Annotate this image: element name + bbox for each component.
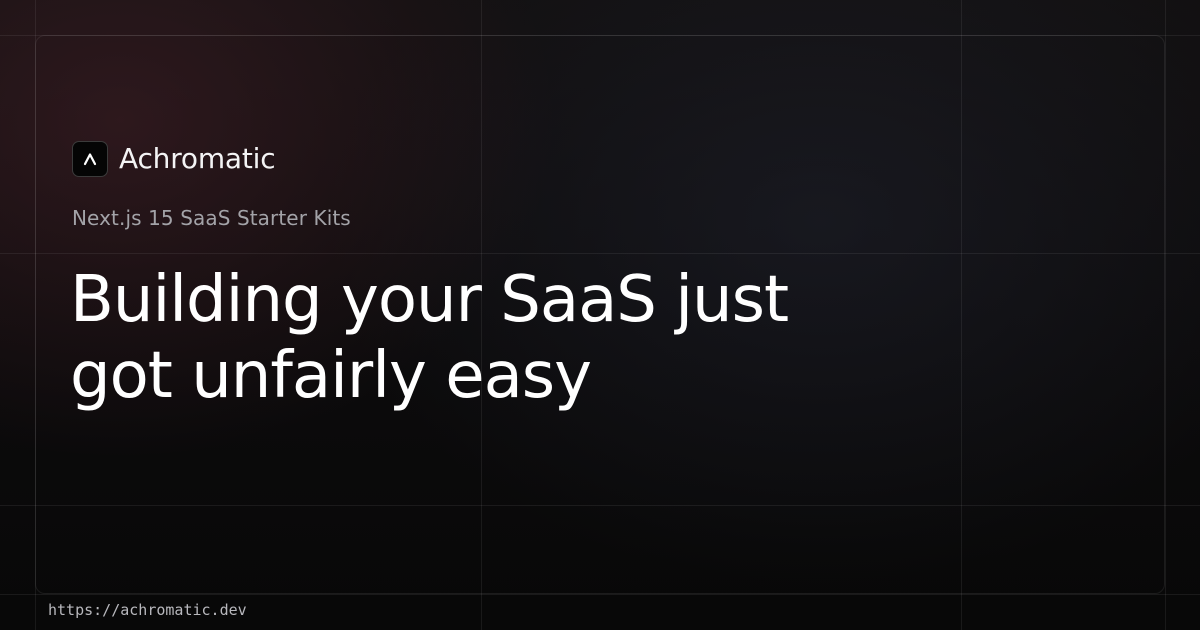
- brand: Achromatic: [72, 141, 276, 177]
- brand-name: Achromatic: [119, 142, 276, 175]
- site-url: https://achromatic.dev: [48, 601, 247, 619]
- social-card: Achromatic Next.js 15 SaaS Starter Kits …: [0, 0, 1200, 630]
- caret-up-icon: [72, 141, 108, 177]
- grid-line: [0, 594, 1200, 595]
- headline-line: Building your SaaS just: [70, 263, 789, 337]
- headline: Building your SaaS just got unfairly eas…: [70, 262, 970, 414]
- grid-line: [1165, 0, 1166, 630]
- headline-line: got unfairly easy: [70, 339, 592, 413]
- tagline: Next.js 15 SaaS Starter Kits: [72, 206, 351, 230]
